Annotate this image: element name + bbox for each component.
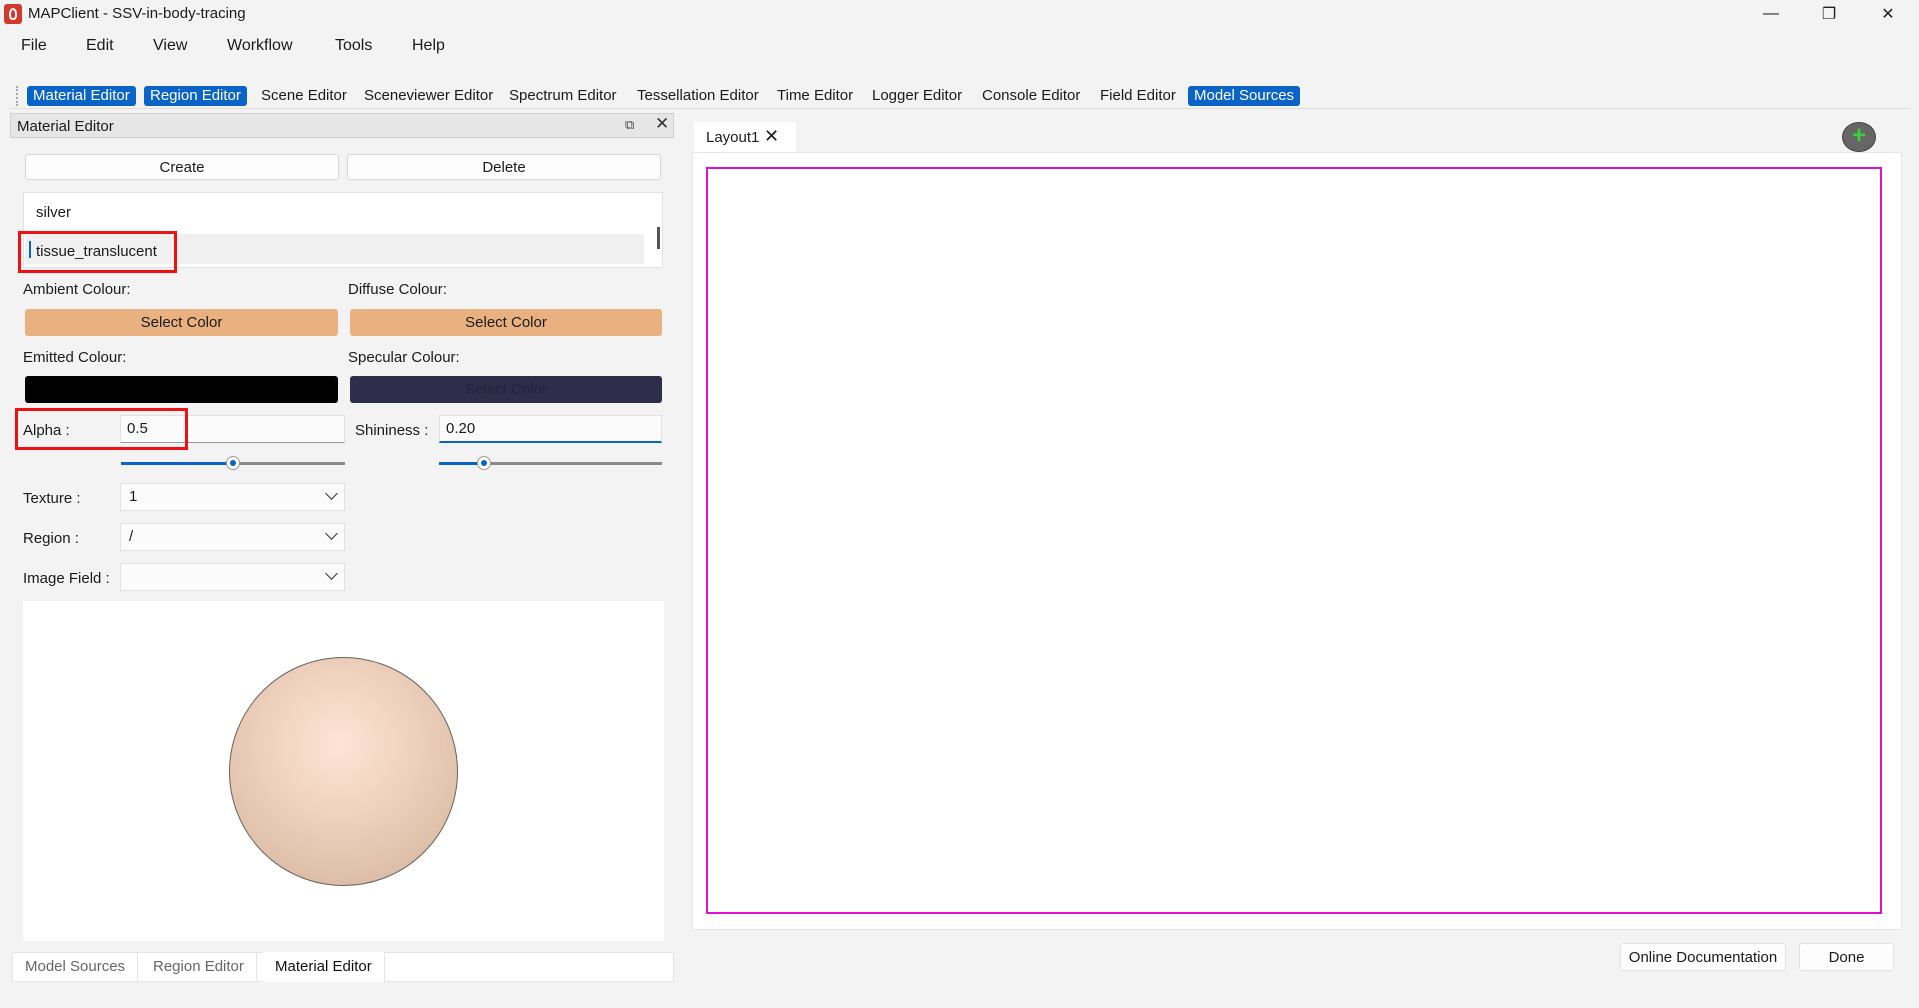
diffuse-select-color-button[interactable]: Select Color [350,309,662,336]
float-icon[interactable]: ⧉ [625,117,634,133]
layout-tab-label: Layout1 [706,129,760,146]
toolbar-divider [10,108,1910,109]
texture-value: 1 [129,488,138,505]
image-field-label: Image Field : [23,570,110,587]
toolbar-time-editor[interactable]: Time Editor [771,86,859,106]
toolbar-field-editor[interactable]: Field Editor [1094,86,1182,106]
preview-sphere [229,657,458,886]
alpha-slider-fill [121,462,233,465]
region-select[interactable]: / [120,523,345,551]
toolbar-material-editor[interactable]: Material Editor [27,86,136,106]
tab-model-sources[interactable]: Model Sources [13,952,139,982]
title-bar [0,0,1919,30]
scene-viewport[interactable] [706,167,1882,914]
image-field-select[interactable] [120,563,345,591]
menu-file[interactable]: File [21,37,47,55]
menu-help[interactable]: Help [412,37,445,55]
toolbar-console-editor[interactable]: Console Editor [976,86,1086,106]
done-button[interactable]: Done [1799,943,1894,971]
region-label: Region : [23,530,79,547]
alpha-slider-handle[interactable] [226,456,240,470]
online-documentation-button[interactable]: Online Documentation [1620,943,1786,971]
delete-button[interactable]: Delete [347,154,661,180]
toolbar-spectrum-editor[interactable]: Spectrum Editor [503,86,623,106]
menu-workflow[interactable]: Workflow [227,37,293,55]
ambient-select-color-button[interactable]: Select Color [25,309,338,336]
highlight-box-material [18,231,177,273]
toolbar-scene-editor[interactable]: Scene Editor [255,86,353,106]
dock-close-icon[interactable]: ✕ [655,114,669,134]
maximize-button[interactable]: ❐ [1806,0,1852,28]
tab-material-editor[interactable]: Material Editor [263,952,385,982]
close-icon[interactable]: ✕ [764,126,779,147]
close-window-button[interactable]: ✕ [1865,0,1911,28]
texture-label: Texture : [23,490,81,507]
menu-view[interactable]: View [153,37,187,55]
chevron-down-icon [325,527,338,540]
ambient-colour-label: Ambient Colour: [23,281,131,298]
list-item-silver[interactable]: silver [36,204,71,221]
chevron-down-icon [325,567,338,580]
menu-tools[interactable]: Tools [335,37,372,55]
shininess-slider-handle[interactable] [476,456,491,470]
chevron-down-icon [325,487,338,500]
menu-edit[interactable]: Edit [86,37,114,55]
shininess-input[interactable]: 0.20 [439,415,662,443]
toolbar-tessellation-editor[interactable]: Tessellation Editor [631,86,765,106]
highlight-box-alpha [15,408,188,450]
toolbar-region-editor[interactable]: Region Editor [144,86,247,106]
toolbar-model-sources[interactable]: Model Sources [1188,86,1301,106]
toolbar-grip[interactable] [16,86,18,106]
specular-colour-label: Specular Colour: [348,349,460,366]
diffuse-colour-label: Diffuse Colour: [348,281,447,298]
list-scrollbar[interactable] [657,227,660,249]
create-button[interactable]: Create [25,154,339,180]
tab-region-editor[interactable]: Region Editor [141,952,257,982]
app-icon [4,4,22,24]
toolbar-sceneviewer-editor[interactable]: Sceneviewer Editor [358,86,499,106]
texture-select[interactable]: 1 [120,483,345,511]
plus-icon: + [1851,122,1866,149]
shininess-label: Shininess : [355,422,429,439]
dock-title: Material Editor [17,118,114,135]
toolbar-logger-editor[interactable]: Logger Editor [866,86,968,106]
region-value: / [129,528,134,545]
window-title: MAPClient - SSV-in-body-tracing [28,5,246,22]
specular-select-color-button[interactable]: Select Color [350,376,662,403]
minimize-button[interactable]: — [1748,0,1794,28]
emitted-select-color-button[interactable]: Select Color [25,376,338,403]
emitted-colour-label: Emitted Colour: [23,349,127,366]
